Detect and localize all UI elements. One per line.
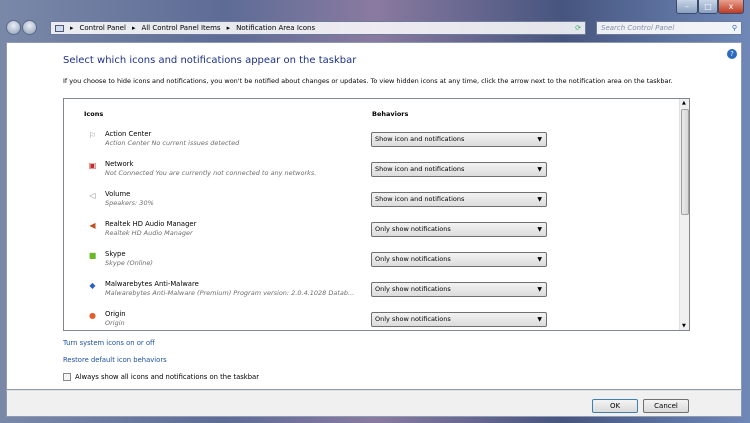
control-panel-icon bbox=[55, 24, 64, 32]
behavior-value: Only show notifications bbox=[375, 255, 451, 263]
chevron-down-icon: ▼ bbox=[537, 226, 542, 233]
behavior-value: Show icon and notifications bbox=[375, 165, 465, 173]
column-header-behaviors: Behaviors bbox=[372, 110, 409, 118]
behavior-value: Only show notifications bbox=[375, 225, 451, 233]
list-item: ◆ Malwarebytes Anti-Malware Malwarebytes… bbox=[64, 279, 679, 309]
behavior-value: Show icon and notifications bbox=[375, 195, 465, 203]
behavior-dropdown[interactable]: Only show notifications ▼ bbox=[371, 312, 547, 327]
address-bar[interactable]: ▸ Control Panel ▸ All Control Panel Item… bbox=[50, 21, 586, 35]
list-item: ⚐ Action Center Action Center No current… bbox=[64, 129, 679, 159]
chevron-down-icon: ▼ bbox=[537, 286, 542, 293]
chevron-right-icon: ▸ bbox=[226, 24, 231, 32]
item-name: Malwarebytes Anti-Malware bbox=[105, 280, 199, 288]
search-placeholder: Search Control Panel bbox=[601, 24, 675, 32]
origin-icon: ● bbox=[89, 311, 96, 320]
back-button[interactable] bbox=[6, 20, 21, 35]
item-description: Action Center No current issues detected bbox=[105, 139, 240, 147]
item-description: Skype (Online) bbox=[105, 259, 153, 267]
behavior-dropdown[interactable]: Only show notifications ▼ bbox=[371, 282, 547, 297]
skype-icon: ■ bbox=[88, 251, 97, 260]
close-button[interactable]: x bbox=[718, 0, 744, 14]
always-show-checkbox[interactable] bbox=[63, 373, 71, 381]
behavior-dropdown[interactable]: Show icon and notifications ▼ bbox=[371, 132, 547, 147]
ok-button[interactable]: OK bbox=[592, 399, 638, 413]
chevron-right-icon: ▸ bbox=[70, 24, 74, 32]
item-name: Realtek HD Audio Manager bbox=[105, 220, 197, 228]
maximize-button[interactable]: □ bbox=[698, 0, 718, 14]
list-item: ▣ Network Not Connected You are currentl… bbox=[64, 159, 679, 189]
behavior-value: Show icon and notifications bbox=[375, 135, 465, 143]
item-name: Action Center bbox=[105, 130, 152, 138]
behavior-value: Only show notifications bbox=[375, 285, 451, 293]
refresh-icon[interactable]: ⟳ bbox=[575, 24, 581, 32]
chevron-down-icon: ▼ bbox=[537, 316, 542, 323]
intro-text: If you choose to hide icons and notifica… bbox=[63, 77, 673, 85]
cancel-button[interactable]: Cancel bbox=[643, 399, 689, 413]
scroll-up-icon[interactable]: ▲ bbox=[682, 100, 686, 106]
malwarebytes-icon: ◆ bbox=[89, 281, 96, 290]
behavior-dropdown[interactable]: Only show notifications ▼ bbox=[371, 222, 547, 237]
item-name: Skype bbox=[105, 250, 126, 258]
item-name: Network bbox=[105, 160, 134, 168]
behavior-value: Only show notifications bbox=[375, 315, 451, 323]
item-description: Speakers: 30% bbox=[105, 199, 154, 207]
search-icon[interactable]: ⚲ bbox=[732, 22, 737, 34]
scrollbar[interactable]: ▲ ▼ bbox=[679, 99, 689, 330]
breadcrumb-all-items[interactable]: All Control Panel Items bbox=[141, 24, 220, 32]
restore-defaults-link[interactable]: Restore default icon behaviors bbox=[63, 356, 167, 364]
list-item: ◀ Realtek HD Audio Manager Realtek HD Au… bbox=[64, 219, 679, 249]
item-description: Origin bbox=[105, 319, 125, 327]
item-name: Origin bbox=[105, 310, 126, 318]
item-description: Realtek HD Audio Manager bbox=[105, 229, 193, 237]
speaker-icon: ◁ bbox=[89, 191, 96, 200]
realtek-speaker-icon: ◀ bbox=[89, 221, 96, 230]
breadcrumb-control-panel[interactable]: Control Panel bbox=[80, 24, 126, 32]
scroll-down-icon[interactable]: ▼ bbox=[682, 323, 686, 329]
turn-system-icons-link[interactable]: Turn system icons on or off bbox=[63, 339, 155, 347]
chevron-right-icon: ▸ bbox=[131, 24, 136, 32]
chevron-down-icon: ▼ bbox=[537, 136, 542, 143]
chevron-down-icon: ▼ bbox=[537, 166, 542, 173]
behavior-dropdown[interactable]: Show icon and notifications ▼ bbox=[371, 192, 547, 207]
item-name: Volume bbox=[105, 190, 131, 198]
behavior-dropdown[interactable]: Only show notifications ▼ bbox=[371, 252, 547, 267]
chevron-down-icon: ▼ bbox=[537, 196, 542, 203]
column-header-icons: Icons bbox=[84, 110, 104, 118]
content-area: ? Select which icons and notifications a… bbox=[6, 42, 742, 390]
item-description: Malwarebytes Anti-Malware (Premium) Prog… bbox=[105, 289, 355, 297]
always-show-label: Always show all icons and notifications … bbox=[75, 373, 260, 381]
behavior-dropdown[interactable]: Show icon and notifications ▼ bbox=[371, 162, 547, 177]
minimize-button[interactable]: – bbox=[676, 0, 698, 14]
list-item: ◁ Volume Speakers: 30% Show icon and not… bbox=[64, 189, 679, 219]
footer: OK Cancel bbox=[6, 390, 742, 417]
breadcrumb-notification-icons[interactable]: Notification Area Icons bbox=[236, 24, 315, 32]
chevron-down-icon: ▼ bbox=[537, 256, 542, 263]
search-input[interactable]: Search Control Panel ⚲ bbox=[596, 21, 742, 35]
help-icon[interactable]: ? bbox=[727, 49, 737, 59]
item-description: Not Connected You are currently not conn… bbox=[105, 169, 317, 177]
list-item: ■ Skype Skype (Online) Only show notific… bbox=[64, 249, 679, 279]
icons-list: Icons Behaviors ⚐ Action Center Action C… bbox=[63, 98, 690, 331]
network-icon: ▣ bbox=[88, 161, 97, 170]
flag-icon: ⚐ bbox=[88, 131, 97, 140]
list-item: ● Origin Origin Only show notifications ▼ bbox=[64, 309, 679, 339]
forward-button[interactable] bbox=[22, 20, 37, 35]
page-title: Select which icons and notifications app… bbox=[63, 55, 357, 66]
scrollbar-thumb[interactable] bbox=[681, 109, 689, 215]
